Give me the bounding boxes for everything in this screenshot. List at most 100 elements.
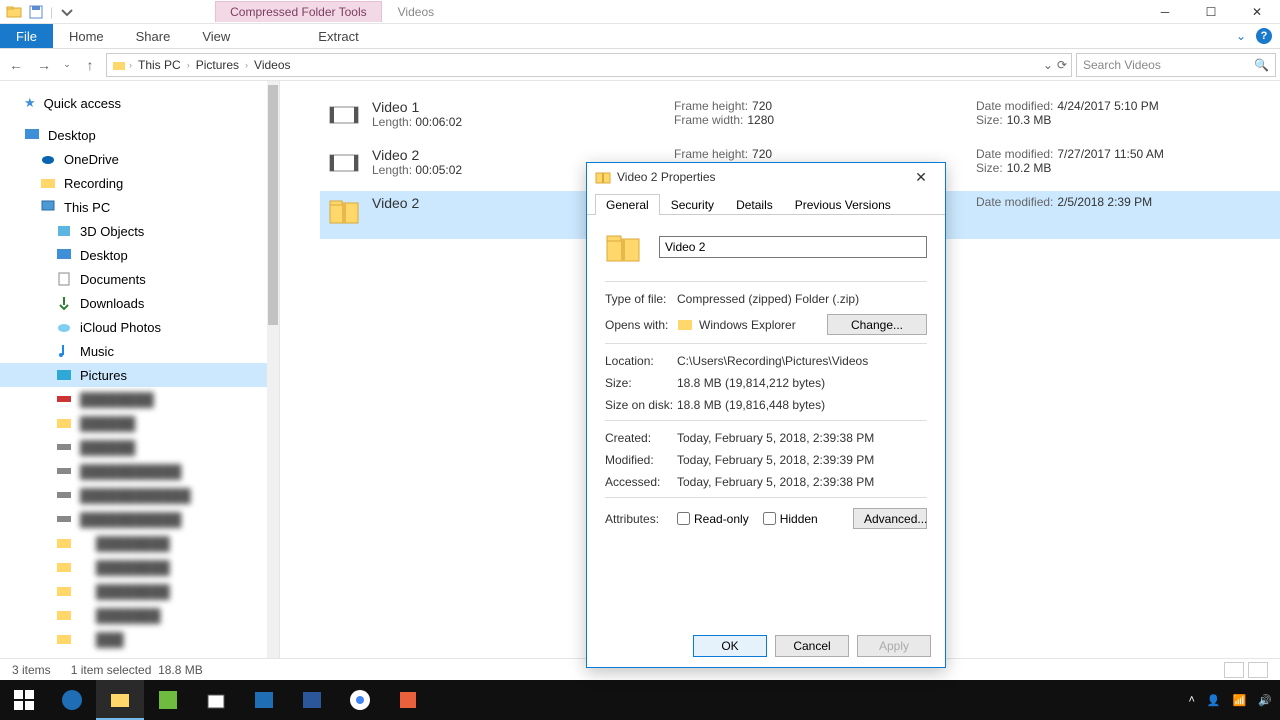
view-tab[interactable]: View bbox=[186, 24, 246, 48]
status-selected: 1 item selected bbox=[71, 663, 152, 677]
video-icon bbox=[328, 99, 360, 131]
ribbon-expand-icon[interactable]: ⌄ bbox=[1236, 29, 1246, 43]
file-tab[interactable]: File bbox=[0, 24, 53, 48]
maximize-button[interactable]: ☐ bbox=[1188, 0, 1234, 24]
nav-pictures[interactable]: Pictures bbox=[0, 363, 279, 387]
qat-dropdown-icon[interactable] bbox=[59, 4, 75, 20]
nav-item-blurred[interactable]: ████████ bbox=[0, 531, 279, 555]
nav-item-blurred[interactable]: ████████ bbox=[0, 555, 279, 579]
recent-button[interactable]: ⌄ bbox=[60, 53, 74, 77]
tab-general[interactable]: General bbox=[595, 194, 660, 215]
nav-documents[interactable]: Documents bbox=[0, 267, 279, 291]
tab-previous-versions[interactable]: Previous Versions bbox=[784, 194, 902, 215]
accessed-value: Today, February 5, 2018, 2:39:38 PM bbox=[677, 475, 874, 489]
tray-network-icon[interactable]: 📶 bbox=[1233, 694, 1247, 707]
nav-recording[interactable]: Recording bbox=[0, 171, 279, 195]
scrollbar-thumb[interactable] bbox=[268, 85, 278, 325]
tab-security[interactable]: Security bbox=[660, 194, 725, 215]
crumb-this-pc[interactable]: This PC bbox=[134, 56, 185, 74]
dialog-close-button[interactable]: ✕ bbox=[905, 165, 937, 189]
status-item-count: 3 items bbox=[12, 663, 51, 677]
nav-item-blurred[interactable]: ████████ bbox=[0, 579, 279, 603]
up-button[interactable]: ↑ bbox=[78, 53, 102, 77]
crumb-videos[interactable]: Videos bbox=[250, 56, 294, 74]
search-input[interactable]: Search Videos 🔍 bbox=[1076, 53, 1276, 77]
nav-quick-access[interactable]: ★Quick access bbox=[0, 91, 279, 115]
nav-item-blurred[interactable]: ████████████ bbox=[0, 483, 279, 507]
tray-up-icon[interactable]: ˄ bbox=[1188, 694, 1194, 706]
details-view-button[interactable] bbox=[1224, 662, 1244, 678]
extract-tab[interactable]: Extract bbox=[302, 24, 374, 48]
nav-onedrive[interactable]: OneDrive bbox=[0, 147, 279, 171]
tray-volume-icon[interactable]: 🔊 bbox=[1258, 694, 1272, 707]
change-button[interactable]: Change... bbox=[827, 314, 927, 335]
nav-this-pc[interactable]: This PC bbox=[0, 195, 279, 219]
close-button[interactable]: ✕ bbox=[1234, 0, 1280, 24]
modified-value: Today, February 5, 2018, 2:39:39 PM bbox=[677, 453, 874, 467]
ok-button[interactable]: OK bbox=[693, 635, 767, 657]
nav-item-blurred[interactable]: ██████ bbox=[0, 435, 279, 459]
taskbar-explorer[interactable] bbox=[96, 680, 144, 720]
nav-desktop[interactable]: Desktop bbox=[0, 123, 279, 147]
type-value: Compressed (zipped) Folder (.zip) bbox=[677, 292, 859, 306]
taskbar-word[interactable] bbox=[288, 680, 336, 720]
dialog-title: Video 2 Properties bbox=[617, 170, 716, 184]
save-icon[interactable] bbox=[28, 4, 44, 20]
search-placeholder: Search Videos bbox=[1083, 58, 1254, 72]
cancel-button[interactable]: Cancel bbox=[775, 635, 849, 657]
contextual-tab[interactable]: Compressed Folder Tools bbox=[215, 1, 382, 22]
desktop-icon bbox=[24, 127, 40, 143]
crumb-pictures[interactable]: Pictures bbox=[192, 56, 243, 74]
readonly-checkbox[interactable]: Read-only bbox=[677, 512, 749, 526]
taskbar-store[interactable] bbox=[192, 680, 240, 720]
forward-button[interactable]: → bbox=[32, 53, 56, 77]
tab-details[interactable]: Details bbox=[725, 194, 784, 215]
taskbar-outlook[interactable] bbox=[240, 680, 288, 720]
taskbar-app[interactable] bbox=[144, 680, 192, 720]
nav-icloud-photos[interactable]: iCloud Photos bbox=[0, 315, 279, 339]
nav-item-blurred[interactable]: ███████████ bbox=[0, 459, 279, 483]
opens-with-value: Windows Explorer bbox=[699, 318, 796, 332]
pictures-icon bbox=[56, 367, 72, 383]
file-row[interactable]: Video 1 Length: 00:06:02 Frame height:72… bbox=[320, 95, 1280, 143]
share-tab[interactable]: Share bbox=[120, 24, 187, 48]
advanced-button[interactable]: Advanced... bbox=[853, 508, 927, 529]
nav-3d-objects[interactable]: 3D Objects bbox=[0, 219, 279, 243]
nav-downloads[interactable]: Downloads bbox=[0, 291, 279, 315]
taskbar-app[interactable] bbox=[384, 680, 432, 720]
chevron-right-icon[interactable]: › bbox=[187, 60, 190, 70]
start-button[interactable] bbox=[0, 680, 48, 720]
nav-music[interactable]: Music bbox=[0, 339, 279, 363]
help-icon[interactable]: ? bbox=[1256, 28, 1272, 44]
nav-item-blurred[interactable]: ██████ bbox=[0, 411, 279, 435]
nav-item-blurred[interactable]: ███ bbox=[0, 627, 279, 651]
navpane-scrollbar[interactable] bbox=[267, 81, 279, 682]
thumbnails-view-button[interactable] bbox=[1248, 662, 1268, 678]
nav-item-blurred[interactable]: ███████████ bbox=[0, 507, 279, 531]
refresh-icon[interactable]: ⟳ bbox=[1057, 58, 1067, 72]
minimize-button[interactable]: ─ bbox=[1142, 0, 1188, 24]
drive-icon bbox=[56, 511, 72, 527]
dialog-titlebar[interactable]: Video 2 Properties ✕ bbox=[587, 163, 945, 191]
chevron-right-icon[interactable]: › bbox=[129, 60, 132, 70]
nav-item-blurred[interactable]: ███████ bbox=[0, 603, 279, 627]
edge-icon bbox=[60, 688, 84, 712]
documents-icon bbox=[56, 271, 72, 287]
video-icon bbox=[328, 147, 360, 179]
zip-folder-icon bbox=[328, 195, 360, 227]
tray-people-icon[interactable]: 👤 bbox=[1207, 694, 1221, 707]
taskbar-chrome[interactable] bbox=[336, 680, 384, 720]
address-dropdown-icon[interactable]: ⌄ bbox=[1043, 58, 1053, 72]
apply-button[interactable]: Apply bbox=[857, 635, 931, 657]
nav-desktop-folder[interactable]: Desktop bbox=[0, 243, 279, 267]
filename-input[interactable] bbox=[659, 236, 927, 258]
address-bar[interactable]: › This PC › Pictures › Videos ⌄ ⟳ bbox=[106, 53, 1072, 77]
file-name: Video 2 bbox=[372, 147, 662, 163]
size-value: 18.8 MB (19,814,212 bytes) bbox=[677, 376, 825, 390]
home-tab[interactable]: Home bbox=[53, 24, 120, 48]
hidden-checkbox[interactable]: Hidden bbox=[763, 512, 818, 526]
nav-item-blurred[interactable]: ████████ bbox=[0, 387, 279, 411]
back-button[interactable]: ← bbox=[4, 53, 28, 77]
chevron-right-icon[interactable]: › bbox=[245, 60, 248, 70]
taskbar-edge[interactable] bbox=[48, 680, 96, 720]
